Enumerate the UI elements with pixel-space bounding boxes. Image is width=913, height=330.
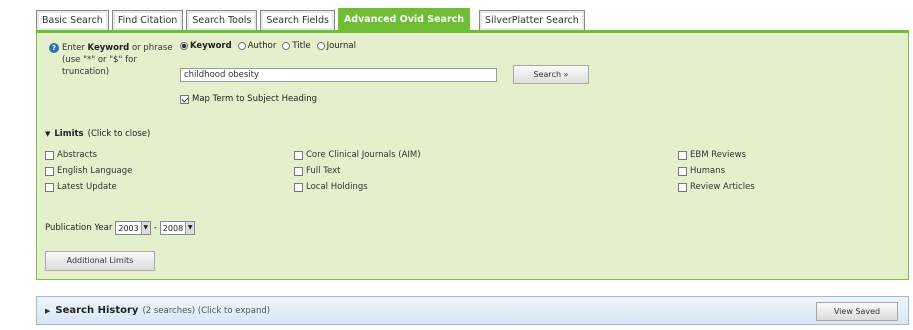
search-history-title: Search History <box>55 305 139 316</box>
dropdown-arrow-icon: ▼ <box>185 222 195 234</box>
publication-year-label: Publication Year <box>45 223 113 233</box>
search-input[interactable] <box>180 68 497 82</box>
mode-author-radio[interactable]: Author <box>237 41 276 51</box>
help-icon[interactable]: ? <box>49 43 59 53</box>
expand-triangle-icon: ▶ <box>45 306 51 315</box>
limit-humans[interactable]: Humans <box>678 166 725 176</box>
year-separator: - <box>153 223 157 233</box>
limit-local-holdings[interactable]: Local Holdings <box>294 182 368 192</box>
view-saved-button[interactable]: View Saved <box>816 302 898 321</box>
mode-journal-radio[interactable]: Journal <box>316 41 356 51</box>
search-history-subtitle: (2 searches) (Click to expand) <box>142 305 271 316</box>
limit-full-text[interactable]: Full Text <box>294 166 340 176</box>
checkbox-icon <box>45 166 54 176</box>
checkbox-icon <box>678 166 687 176</box>
year-from-select[interactable]: 2003 ▼ <box>115 221 151 235</box>
radio-icon <box>237 42 246 50</box>
advanced-search-panel: ? Enter Keyword or phrase (use "*" or "$… <box>36 30 909 280</box>
dropdown-arrow-icon: ▼ <box>140 222 150 234</box>
mode-keyword-radio[interactable]: Keyword <box>180 41 232 51</box>
radio-selected-icon <box>180 42 188 50</box>
limit-core-clinical-journals[interactable]: Core Clinical Journals (AIM) <box>294 150 421 160</box>
search-history-bar[interactable]: ▶ Search History (2 searches) (Click to … <box>36 296 909 325</box>
checkbox-icon <box>678 182 687 192</box>
limits-header[interactable]: ▼ Limits (Click to close) <box>45 129 150 139</box>
search-button[interactable]: Search » <box>513 65 589 84</box>
radio-icon <box>282 42 291 50</box>
tab-advanced-ovid-search[interactable]: Advanced Ovid Search <box>337 8 471 30</box>
tab-basic-search[interactable]: Basic Search <box>36 10 109 30</box>
publication-year-row: Publication Year 2003 ▼ - 2008 ▼ <box>45 221 196 235</box>
tab-find-citation[interactable]: Find Citation <box>111 10 184 30</box>
checkbox-icon <box>45 182 54 192</box>
limit-ebm-reviews[interactable]: EBM Reviews <box>678 150 746 160</box>
checkbox-icon <box>294 166 303 176</box>
mode-title-radio[interactable]: Title <box>282 41 311 51</box>
search-prompt: Enter Keyword or phrase (use "*" or "$" … <box>62 43 173 77</box>
limit-abstracts[interactable]: Abstracts <box>45 150 97 160</box>
limit-english-language[interactable]: English Language <box>45 166 132 176</box>
limit-latest-update[interactable]: Latest Update <box>45 182 117 192</box>
year-to-select[interactable]: 2008 ▼ <box>159 221 196 235</box>
checkbox-icon <box>294 150 303 160</box>
tab-silverplatter-search[interactable]: SilverPlatter Search <box>479 10 585 30</box>
tab-search-fields[interactable]: Search Fields <box>260 10 335 30</box>
search-tabs: Basic Search Find Citation Search Tools … <box>36 8 588 30</box>
checkbox-checked-icon <box>180 94 189 104</box>
map-term-checkbox[interactable]: Map Term to Subject Heading <box>180 94 317 104</box>
tab-search-tools[interactable]: Search Tools <box>186 10 258 30</box>
radio-icon <box>316 42 325 50</box>
checkbox-icon <box>294 182 303 192</box>
checkbox-icon <box>678 150 687 160</box>
search-mode-group: Keyword Author Title Journal <box>180 41 356 51</box>
limit-review-articles[interactable]: Review Articles <box>678 182 755 192</box>
additional-limits-button[interactable]: Additional Limits <box>45 251 155 271</box>
collapse-triangle-icon: ▼ <box>45 130 51 138</box>
checkbox-icon <box>45 150 54 160</box>
